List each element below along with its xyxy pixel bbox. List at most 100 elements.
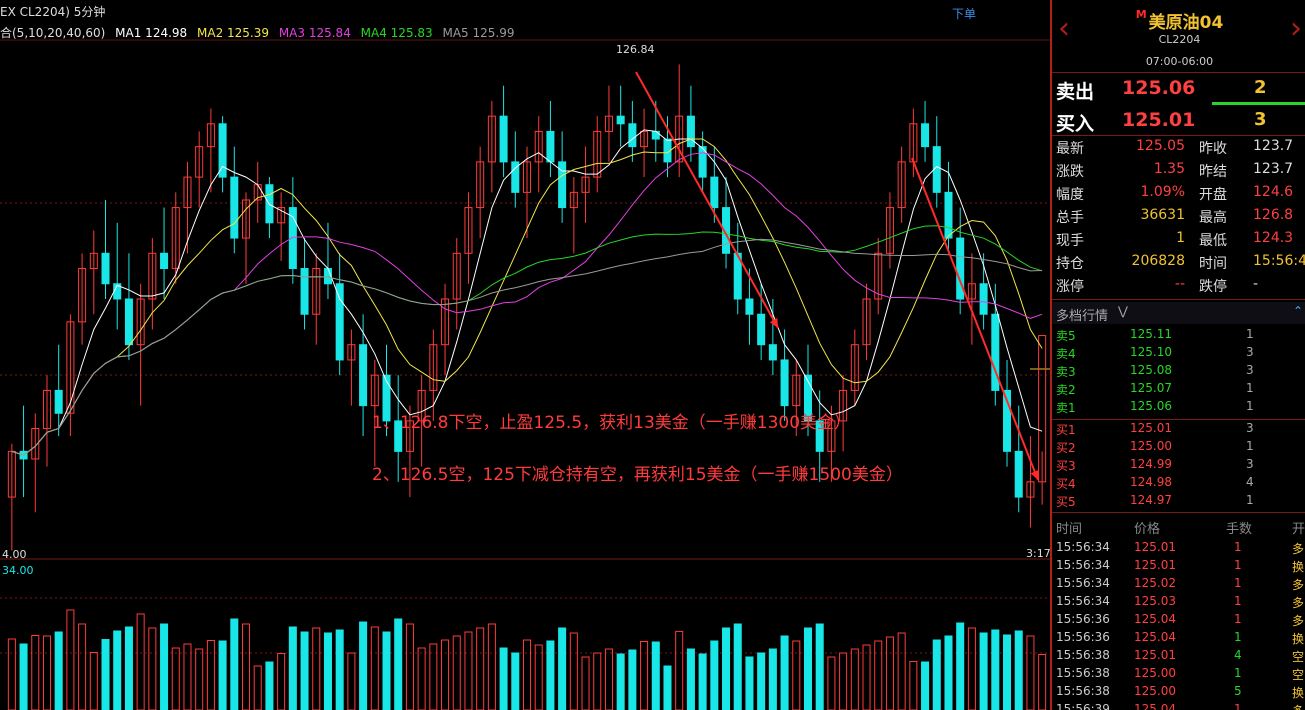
tick-kind: 多 [1292, 578, 1305, 592]
trading-session: 07:00-06:00 [1145, 55, 1214, 68]
order-button[interactable]: 下单 [952, 5, 976, 22]
tick-time: 15:56:38 [1056, 666, 1110, 680]
tick-row: 15:56:34 125.02 1 多 [1052, 576, 1305, 594]
contract-title: M 美原油04 [1052, 8, 1305, 33]
volume-bar [487, 623, 496, 710]
volume-bar [19, 643, 28, 710]
quote-label: 持仓 [1056, 256, 1084, 272]
ticks-header-time: 时间 [1056, 522, 1083, 537]
quote-value: 124.3 [1253, 230, 1294, 246]
quote-row: 持仓 206828 时间 15:56:4 [1052, 253, 1305, 276]
tick-price: 125.00 [1134, 684, 1176, 698]
volume-bar [921, 661, 930, 710]
tick-kind: 空 [1292, 668, 1305, 682]
quote-value: 1.35 [1153, 161, 1185, 177]
bid-price: 124.98 [1130, 475, 1172, 489]
volume-bar [206, 640, 215, 710]
volume-bar [195, 648, 204, 710]
tick-qty: 5 [1234, 684, 1242, 698]
volume-bar [792, 640, 801, 710]
tick-row: 15:56:38 125.01 4 空 [1052, 648, 1305, 666]
tick-kind: 换 [1292, 686, 1305, 700]
ticks-header-qty: 手数 [1226, 522, 1253, 537]
volume-bar [277, 653, 286, 710]
candle-body [757, 313, 766, 346]
volume-bar [429, 643, 438, 710]
expand-chevron-icon[interactable]: ⋁ [1118, 304, 1128, 318]
depth-header[interactable]: 多档行情 ⋁ ⌃ [1052, 302, 1305, 324]
volume-bar [160, 623, 169, 710]
quote-value: 125.05 [1136, 138, 1185, 154]
tick-price: 125.01 [1134, 540, 1176, 554]
divider [1052, 72, 1305, 73]
quote-value: 206828 [1131, 253, 1185, 269]
volume-bar [1003, 634, 1012, 710]
quote-label: 涨停 [1056, 279, 1084, 295]
bid-volume: 1 [1246, 493, 1254, 507]
chart-area[interactable]: EX CL2204) 5分钟 下单 合(5,10,20,40,60) MA1 1… [0, 0, 1050, 710]
volume-bar [722, 627, 731, 710]
peak-price-label: 126.84 [616, 43, 655, 56]
candle-body [359, 344, 368, 407]
tick-kind: 换 [1292, 632, 1305, 646]
volume-bar [148, 627, 157, 710]
bid-volume: 1 [1246, 439, 1254, 453]
volume-bar [885, 636, 894, 710]
volume-bar [183, 643, 192, 710]
ma-legend: 合(5,10,20,40,60) MA1 124.98 MA2 125.39 M… [0, 24, 520, 41]
tick-row: 15:56:36 125.04 1 换 [1052, 630, 1305, 648]
sell-price[interactable]: 125.06 [1122, 77, 1195, 99]
divider [1052, 512, 1305, 513]
ma3-label: MA3 125.84 [278, 26, 351, 40]
ask-row: 卖1 125.06 1 [1052, 399, 1305, 417]
ma4-label: MA4 125.83 [360, 26, 433, 40]
kline-chart[interactable] [0, 0, 1050, 710]
volume-bar [1026, 635, 1035, 710]
volume-bar [815, 623, 824, 710]
volume-bar [7, 638, 16, 710]
tick-time: 15:56:38 [1056, 648, 1110, 662]
volume-bar [464, 631, 473, 710]
volume-bar [1014, 630, 1023, 710]
tick-qty: 4 [1234, 648, 1242, 662]
ask-row: 卖5 125.11 1 [1052, 327, 1305, 345]
volume-bar [979, 632, 988, 710]
bid-row: 买2 125.00 1 [1052, 439, 1305, 457]
ask-row: 卖2 125.07 1 [1052, 381, 1305, 399]
volume-bars [7, 609, 1047, 710]
candle-body [546, 130, 555, 163]
quote-label: 总手 [1056, 210, 1084, 226]
volume-bar [370, 626, 379, 710]
tick-qty: 1 [1234, 612, 1242, 626]
volume-bar [253, 665, 262, 710]
quote-value: - [1253, 276, 1259, 292]
candle-body [54, 389, 63, 414]
divider [1052, 135, 1305, 136]
volume-bar [581, 656, 590, 710]
volume-bar [780, 635, 789, 710]
collapse-icon[interactable]: ⌃ [1293, 304, 1303, 318]
time-corner-label: 3:17 [1026, 547, 1050, 560]
sell-label: 卖出 [1056, 81, 1095, 103]
contract-code: CL2204 [1158, 33, 1201, 46]
tick-qty: 1 [1234, 666, 1242, 680]
quote-label: 幅度 [1056, 187, 1084, 203]
buy-price[interactable]: 125.01 [1122, 109, 1195, 131]
volume-bar [745, 656, 754, 710]
volume-bar [803, 627, 813, 710]
quote-row: 幅度 1.09% 开盘 124.6 [1052, 184, 1305, 207]
volume-bar [944, 635, 953, 710]
ask-row: 卖3 125.08 3 [1052, 363, 1305, 381]
tick-time: 15:56:34 [1056, 558, 1110, 572]
volume-bar [675, 630, 684, 710]
volume-bar [359, 621, 368, 710]
tick-time: 15:56:36 [1056, 612, 1110, 626]
volume-bar [241, 623, 251, 710]
quote-value: 1.09% [1140, 184, 1185, 200]
tick-row: 15:56:39 125.04 1 多 [1052, 702, 1305, 710]
volume-bar [522, 639, 532, 710]
quote-label: 最新 [1056, 141, 1084, 157]
ma-params: 合(5,10,20,40,60) [0, 26, 106, 40]
candle-body [616, 115, 625, 125]
volume-bar [640, 641, 649, 710]
